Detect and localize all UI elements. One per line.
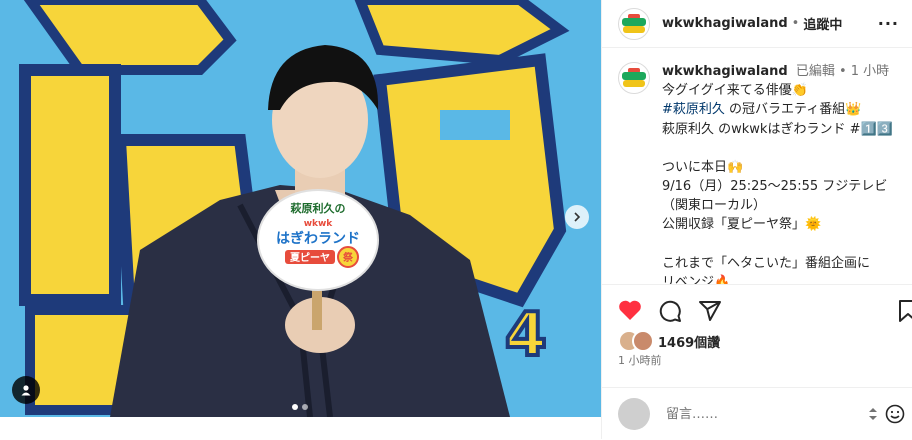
- caption-avatar[interactable]: [618, 62, 650, 94]
- caption-section: wkwkhagiwaland 已編輯 • 1 小時 今グイグイ来てる俳優👏 #萩…: [618, 62, 908, 284]
- account-avatar[interactable]: [618, 7, 650, 40]
- caption-line: （関東ローカル）: [662, 198, 767, 214]
- comment-bar: [602, 387, 912, 440]
- post-header: wkwkhagiwaland • 追蹤中 ···: [602, 0, 912, 48]
- time-ago: 1 小時: [850, 64, 890, 79]
- carousel-dot-active: [292, 404, 298, 410]
- caption-username[interactable]: wkwkhagiwaland: [662, 64, 788, 79]
- tagged-users-button[interactable]: [12, 376, 40, 404]
- fan-line1: 萩原利久の: [290, 201, 346, 215]
- carousel-indicator: [290, 395, 310, 414]
- fan-line4: 夏ピーヤ: [289, 252, 330, 264]
- comment-icon[interactable]: [658, 299, 682, 323]
- heart-icon[interactable]: [618, 299, 642, 321]
- commenter-avatar: [618, 398, 650, 430]
- bookmark-icon[interactable]: [898, 299, 912, 323]
- fan-line3: はぎわランド: [276, 230, 360, 247]
- edited-label: 已編輯: [795, 64, 835, 79]
- caption-line-hashtag: #萩原利久 の冠バラエティ番組👑: [662, 100, 908, 119]
- carousel-dot: [302, 404, 308, 410]
- comment-input[interactable]: [664, 405, 858, 423]
- caption-line: 9/16（月）25:25～25:55 フジテレビ: [662, 179, 888, 195]
- share-icon[interactable]: [698, 299, 722, 323]
- post-side-panel: wkwkhagiwaland • 追蹤中 ··· wkwkhagiwaland …: [601, 0, 912, 439]
- follow-status-button[interactable]: 追蹤中: [803, 14, 842, 33]
- caption-line-rest: の冠バラエティ番組👑: [724, 102, 862, 118]
- chevron-right-icon: [574, 212, 581, 222]
- fan-line2: wkwk: [304, 219, 334, 229]
- media-bottom-gap: [0, 417, 601, 439]
- caption-line: リベンジ🔥: [662, 274, 731, 284]
- post-photo: 4 萩原利久の wkwk はぎわランド 夏ピーヤ 祭 険: [0, 0, 601, 417]
- caption-line: 萩原利久 のwkwkはぎわランド #1️⃣3️⃣: [662, 121, 893, 137]
- likes-count[interactable]: 1469個讚: [658, 332, 720, 351]
- caption-text: wkwkhagiwaland 已編輯 • 1 小時 今グイグイ来てる俳優👏 #萩…: [662, 62, 908, 284]
- separator-dot: •: [791, 16, 800, 31]
- caption-line: ついに本日🙌: [662, 159, 744, 175]
- liker-avatar[interactable]: [632, 330, 654, 352]
- caption-line: 公開収録「夏ピーヤ祭」🌞: [662, 217, 822, 233]
- separator-dot: •: [838, 64, 847, 79]
- user-icon: [21, 385, 31, 396]
- header-username[interactable]: wkwkhagiwaland: [662, 16, 788, 31]
- background-number: 4: [505, 300, 547, 370]
- sort-icon[interactable]: [867, 406, 879, 422]
- emoji-icon[interactable]: [885, 404, 905, 424]
- fan-line5: 祭: [343, 251, 354, 264]
- caption-line: [662, 139, 908, 158]
- carousel-next-button[interactable]: [565, 205, 589, 229]
- caption-line: [662, 235, 908, 254]
- more-horizontal-icon[interactable]: ···: [878, 14, 899, 33]
- hashtag-link[interactable]: #萩原利久: [662, 102, 725, 117]
- caption-line: これまで「ヘタこいた」番組企画に: [662, 255, 871, 271]
- photo-illustration: 4 萩原利久の wkwk はぎわランド 夏ピーヤ 祭 険: [0, 0, 601, 417]
- caption-line: 今グイグイ来てる俳優👏: [662, 83, 808, 99]
- posted-time[interactable]: 1 小時前: [618, 352, 662, 368]
- likes-row: 1469個讚: [618, 330, 720, 352]
